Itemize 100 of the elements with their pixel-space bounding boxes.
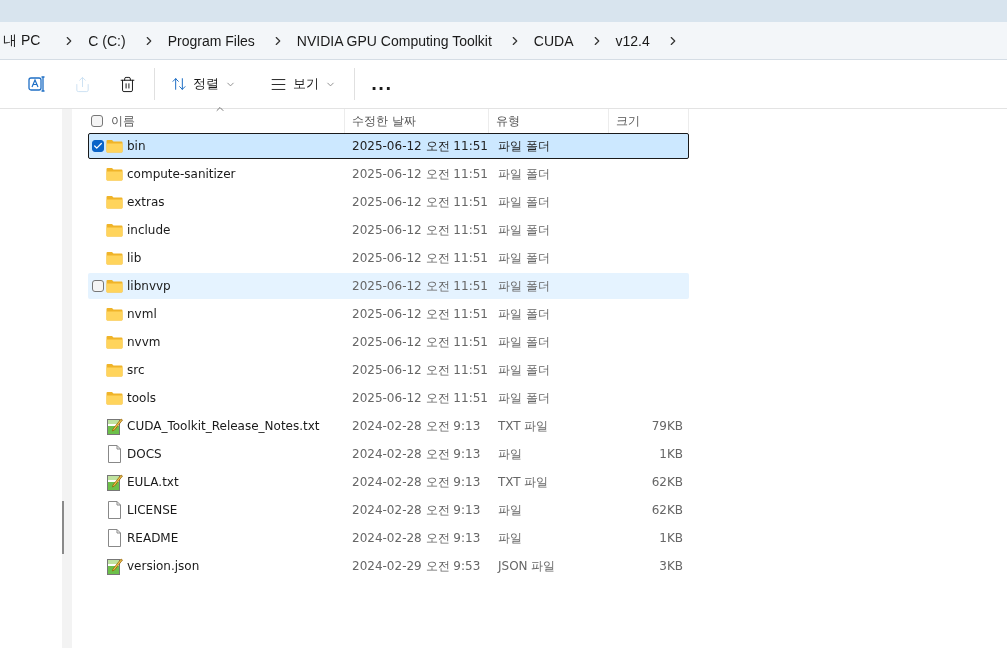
size-cell-text: 62KB xyxy=(650,475,684,489)
type-cell-text: TXT 파일 xyxy=(497,417,550,435)
file-name: nvml xyxy=(127,307,157,321)
file-name: include xyxy=(127,223,171,237)
file-name: compute-sanitizer xyxy=(127,167,236,181)
breadcrumb-item[interactable]: v12.4 xyxy=(615,32,650,49)
file-row[interactable]: bin 2025-06-12 오전 11:51 파일 폴더 xyxy=(88,133,689,159)
file-name: src xyxy=(127,363,145,377)
date-cell-text: 2024-02-28 오전 9:13 xyxy=(351,501,482,519)
size-cell-text: 79KB xyxy=(650,419,684,433)
type-cell-text: 파일 xyxy=(497,445,523,463)
type-cell-text: 파일 xyxy=(497,501,523,519)
type-cell-text: 파일 폴더 xyxy=(497,333,551,351)
column-header[interactable]: 유형 xyxy=(496,112,520,130)
notepad-icon xyxy=(106,417,123,435)
file-row[interactable]: src 2025-06-12 오전 11:51 파일 폴더 xyxy=(88,357,689,383)
breadcrumb-item[interactable]: Program Files xyxy=(167,32,255,49)
file-name: libnvvp xyxy=(127,279,171,293)
date-cell-text: 2024-02-28 오전 9:13 xyxy=(351,445,482,463)
file-name: CUDA_Toolkit_Release_Notes.txt xyxy=(127,419,320,433)
date-cell-text: 2024-02-28 오전 9:13 xyxy=(351,473,482,491)
date-cell-text: 2024-02-28 오전 9:13 xyxy=(351,529,482,547)
date-cell-text: 2025-06-12 오전 11:51 xyxy=(351,249,489,267)
folder-icon xyxy=(106,139,123,153)
date-cell-text: 2025-06-12 오전 11:51 xyxy=(351,277,489,295)
file-row[interactable]: lib 2025-06-12 오전 11:51 파일 폴더 xyxy=(88,245,689,271)
file-name: nvvm xyxy=(127,335,161,349)
sort-button[interactable]: 정렬 xyxy=(163,66,244,102)
checkbox[interactable] xyxy=(92,140,104,152)
checkbox[interactable] xyxy=(92,280,104,292)
sort-icon xyxy=(171,76,187,92)
breadcrumb-item[interactable]: NVIDIA GPU Computing Toolkit xyxy=(296,32,492,49)
file-name: tools xyxy=(127,391,156,405)
type-cell-text: JSON 파일 xyxy=(496,557,557,575)
date-cell-text: 2025-06-12 오전 11:51 xyxy=(351,165,489,183)
folder-icon xyxy=(106,251,123,265)
document-icon xyxy=(106,529,123,547)
size-cell-text: 3KB xyxy=(658,559,684,573)
rename-icon xyxy=(28,75,46,93)
file-row[interactable]: README 2024-02-28 오전 9:13 파일 1KB xyxy=(88,525,689,551)
folder-icon xyxy=(106,307,123,321)
type-cell-text: 파일 폴더 xyxy=(497,389,551,407)
file-row[interactable]: libnvvp 2025-06-12 오전 11:51 파일 폴더 xyxy=(88,273,689,299)
file-row[interactable]: include 2025-06-12 오전 11:51 파일 폴더 xyxy=(88,217,689,243)
file-name: version.json xyxy=(127,559,200,573)
file-row[interactable]: LICENSE 2024-02-28 오전 9:13 파일 62KB xyxy=(88,497,689,523)
file-name: bin xyxy=(127,139,146,153)
file-name: DOCS xyxy=(127,447,162,461)
file-row[interactable]: nvml 2025-06-12 오전 11:51 파일 폴더 xyxy=(88,301,689,327)
date-cell-text: 2025-06-12 오전 11:51 xyxy=(351,221,489,239)
folder-icon xyxy=(106,195,123,209)
folder-icon xyxy=(106,167,123,181)
size-cell-text: 1KB xyxy=(658,531,684,545)
date-cell-text: 2024-02-28 오전 9:13 xyxy=(351,417,482,435)
document-icon xyxy=(106,501,123,519)
notepad-icon xyxy=(106,473,123,491)
type-cell-text: 파일 폴더 xyxy=(497,221,551,239)
document-icon xyxy=(106,445,123,463)
date-cell-text: 2025-06-12 오전 11:51 xyxy=(351,137,489,155)
type-cell-text: 파일 폴더 xyxy=(497,277,551,295)
file-name: lib xyxy=(127,251,142,265)
type-cell-text: 파일 폴더 xyxy=(497,137,551,155)
select-all-checkbox[interactable] xyxy=(91,115,103,127)
view-button[interactable]: 보기 xyxy=(262,66,344,102)
breadcrumb-item[interactable]: C (C:) xyxy=(88,32,126,49)
type-cell-text: 파일 xyxy=(497,529,523,547)
date-cell-text: 2025-06-12 오전 11:51 xyxy=(351,305,489,323)
date-cell-text: 2025-06-12 오전 11:51 xyxy=(351,361,489,379)
type-cell-text: 파일 폴더 xyxy=(497,165,551,183)
column-header[interactable]: 이름 xyxy=(111,112,135,130)
column-header[interactable]: 크기 xyxy=(616,112,640,130)
more-button[interactable]: ... xyxy=(363,66,401,102)
file-row[interactable]: tools 2025-06-12 오전 11:51 파일 폴더 xyxy=(88,385,689,411)
file-row[interactable]: EULA.txt 2024-02-28 오전 9:13 TXT 파일 62KB xyxy=(88,469,689,495)
file-name: EULA.txt xyxy=(127,475,179,489)
file-row[interactable]: CUDA_Toolkit_Release_Notes.txt 2024-02-28 오전 9:13 TXT 파일 79KB xyxy=(88,413,689,439)
date-cell-text: 2024-02-29 오전 9:53 xyxy=(351,557,482,575)
size-cell-text: 62KB xyxy=(650,503,684,517)
file-row[interactable]: extras 2025-06-12 오전 11:51 파일 폴더 xyxy=(88,189,689,215)
file-row[interactable]: version.json 2024-02-29 오전 9:53 JSON 파일 3KB xyxy=(88,553,689,579)
column-header[interactable]: 수정한 날짜 xyxy=(352,112,416,130)
type-cell-text: 파일 폴더 xyxy=(497,305,551,323)
folder-icon xyxy=(106,279,123,293)
folder-icon xyxy=(106,363,123,377)
date-cell-text: 2025-06-12 오전 11:51 xyxy=(351,389,489,407)
file-row[interactable]: compute-sanitizer 2025-06-12 오전 11:51 파일 폴더 xyxy=(88,161,689,187)
file-name: LICENSE xyxy=(127,503,178,517)
date-cell-text: 2025-06-12 오전 11:51 xyxy=(351,193,489,211)
type-cell-text: 파일 폴더 xyxy=(497,361,551,379)
file-row[interactable]: nvvm 2025-06-12 오전 11:51 파일 폴더 xyxy=(88,329,689,355)
type-cell-text: TXT 파일 xyxy=(497,473,550,491)
breadcrumb-item[interactable]: 내 PC xyxy=(3,31,41,50)
scrollbar-thumb[interactable] xyxy=(62,501,64,554)
type-cell-text: 파일 폴더 xyxy=(497,193,551,211)
breadcrumb-item[interactable]: CUDA xyxy=(533,32,574,49)
size-cell-text: 1KB xyxy=(658,447,684,461)
folder-icon xyxy=(106,223,123,237)
notepad-icon xyxy=(106,557,123,575)
file-name: extras xyxy=(127,195,165,209)
file-row[interactable]: DOCS 2024-02-28 오전 9:13 파일 1KB xyxy=(88,441,689,467)
